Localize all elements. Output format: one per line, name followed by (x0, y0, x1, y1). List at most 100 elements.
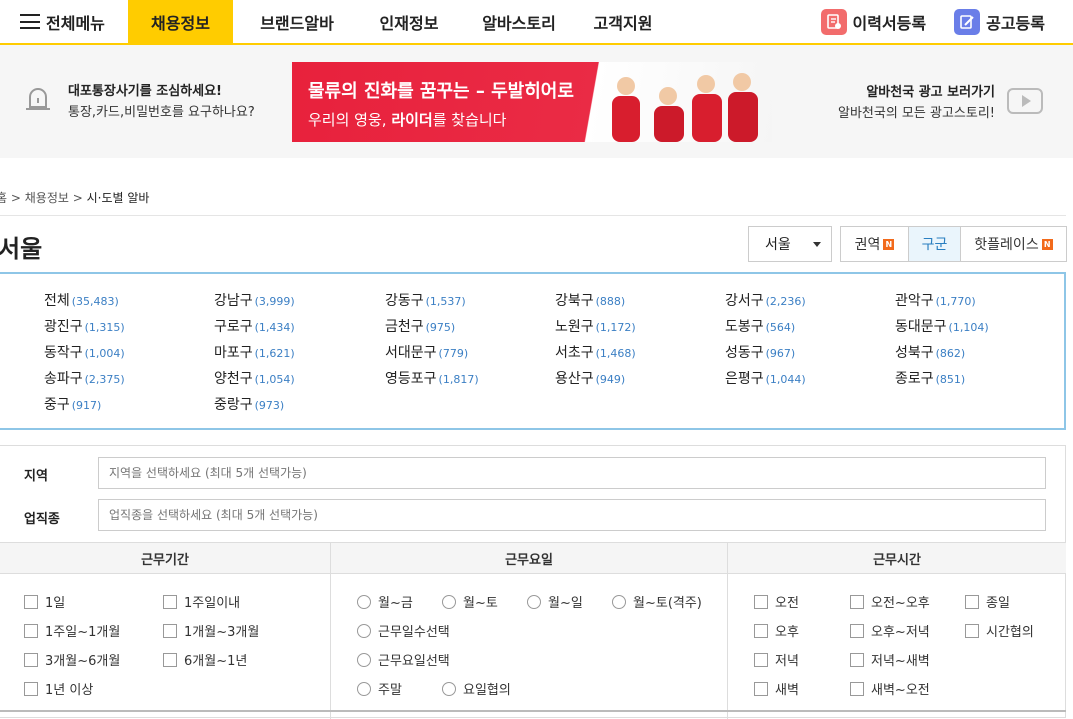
checkbox[interactable] (24, 594, 38, 609)
nav-tab-support[interactable]: 고객지원 (581, 0, 665, 43)
district-link[interactable]: 동대문구 (1,104) (895, 316, 989, 336)
workday-option[interactable]: 월~토 (442, 592, 498, 611)
radio-button[interactable] (527, 594, 541, 609)
breadcrumb-jobs[interactable]: 채용정보 (25, 191, 69, 205)
district-link[interactable]: 성북구 (862) (895, 342, 965, 362)
radio-button[interactable] (442, 594, 456, 609)
breadcrumb-home[interactable]: 홈 (0, 191, 7, 205)
nav-tab-brand[interactable]: 브랜드알바 (233, 0, 361, 43)
job-category-input[interactable] (98, 499, 1046, 531)
radio-button[interactable] (357, 594, 371, 609)
district-link[interactable]: 강서구 (2,236) (725, 290, 806, 310)
district-link[interactable]: 도봉구 (564) (725, 316, 795, 336)
district-link[interactable]: 송파구 (2,375) (44, 368, 125, 388)
radio-button[interactable] (357, 623, 371, 638)
checkbox[interactable] (850, 623, 864, 638)
worktime-option[interactable]: 오전~오후 (850, 592, 930, 611)
district-link[interactable]: 은평구 (1,044) (725, 368, 806, 388)
workday-option[interactable]: 월~토(격주) (612, 592, 702, 611)
district-link[interactable]: 광진구 (1,315) (44, 316, 125, 336)
ad-story-link[interactable]: 알바천국 광고 보러가기 알바천국의 모든 광고스토리! (838, 81, 1043, 121)
checkbox[interactable] (850, 652, 864, 667)
checkbox[interactable] (24, 652, 38, 667)
workday-option[interactable]: 근무일수선택 (357, 621, 450, 640)
period-option[interactable]: 1개월~3개월 (163, 621, 259, 640)
all-menu-button[interactable]: 전체메뉴 (0, 0, 128, 43)
radio-button[interactable] (357, 681, 371, 696)
district-link[interactable]: 강북구 (888) (555, 290, 625, 310)
district-link[interactable]: 강동구 (1,537) (385, 290, 466, 310)
worktime-option[interactable]: 새벽~오전 (850, 679, 930, 698)
district-link[interactable]: 관악구 (1,770) (895, 290, 976, 310)
checkbox[interactable] (163, 652, 177, 667)
tab-hotplace[interactable]: 핫플레이스 N (960, 227, 1066, 261)
breadcrumb: 홈 > 채용정보 > 시·도별 알바 (0, 189, 149, 206)
period-option[interactable]: 1년 이상 (24, 679, 93, 698)
district-link[interactable]: 영등포구 (1,817) (385, 368, 479, 388)
region-input[interactable] (98, 457, 1046, 489)
period-option[interactable]: 6개월~1년 (163, 650, 247, 669)
district-link[interactable]: 중구 (917) (44, 394, 101, 414)
district-link[interactable]: 중랑구 (973) (214, 394, 284, 414)
resume-icon (820, 8, 847, 35)
checkbox[interactable] (850, 681, 864, 696)
option-label: 근무일수선택 (378, 625, 450, 640)
checkbox[interactable] (754, 594, 768, 609)
nav-tab-jobs[interactable]: 채용정보 (128, 0, 233, 43)
radio-button[interactable] (612, 594, 626, 609)
checkbox[interactable] (754, 623, 768, 638)
district-link[interactable]: 구로구 (1,434) (214, 316, 295, 336)
job-post-register-button[interactable]: 공고등록 (954, 8, 1045, 35)
district-link[interactable]: 양천구 (1,054) (214, 368, 295, 388)
workday-option[interactable]: 주말 (357, 679, 402, 698)
worktime-option[interactable]: 시간협의 (965, 621, 1034, 640)
worktime-option[interactable]: 저녁~새벽 (850, 650, 930, 669)
worktime-option[interactable]: 오전 (754, 592, 799, 611)
workday-option[interactable]: 월~일 (527, 592, 583, 611)
checkbox[interactable] (163, 623, 177, 638)
district-link[interactable]: 성동구 (967) (725, 342, 795, 362)
advertisement-banner[interactable]: 물류의 진화를 꿈꾸는 – 두발히어로 우리의 영웅, 라이더를 찾습니다 (292, 62, 772, 142)
worktime-option[interactable]: 새벽 (754, 679, 799, 698)
district-link[interactable]: 서대문구 (779) (385, 342, 468, 362)
checkbox[interactable] (24, 681, 38, 696)
city-select[interactable]: 서울 (748, 226, 832, 262)
worktime-option[interactable]: 오후 (754, 621, 799, 640)
checkbox[interactable] (965, 594, 979, 609)
option-label: 월~토(격주) (633, 596, 702, 611)
radio-button[interactable] (357, 652, 371, 667)
fraud-warning[interactable]: 대포통장사기를 조심하세요! 통장,카드,비밀번호를 요구하나요? (24, 80, 255, 120)
period-option[interactable]: 3개월~6개월 (24, 650, 120, 669)
district-link[interactable]: 동작구 (1,004) (44, 342, 125, 362)
nav-tab-talent[interactable]: 인재정보 (361, 0, 457, 43)
worktime-option[interactable]: 오후~저녁 (850, 621, 930, 640)
worktime-option[interactable]: 저녁 (754, 650, 799, 669)
workday-option[interactable]: 근무요일선택 (357, 650, 450, 669)
tab-district[interactable]: 구군 (908, 227, 960, 261)
radio-button[interactable] (442, 681, 456, 696)
checkbox[interactable] (163, 594, 177, 609)
district-link[interactable]: 강남구 (3,999) (214, 290, 295, 310)
workday-option[interactable]: 월~금 (357, 592, 413, 611)
checkbox[interactable] (754, 681, 768, 696)
nav-tab-story[interactable]: 알바스토리 (457, 0, 581, 43)
checkbox[interactable] (24, 623, 38, 638)
checkbox[interactable] (850, 594, 864, 609)
district-link[interactable]: 용산구 (949) (555, 368, 625, 388)
district-link[interactable]: 전체 (35,483) (44, 290, 119, 310)
tab-area[interactable]: 권역 N (841, 227, 908, 261)
district-count: (1,621) (254, 347, 295, 360)
district-link[interactable]: 노원구 (1,172) (555, 316, 636, 336)
resume-register-button[interactable]: 이력서등록 (820, 8, 926, 35)
period-option[interactable]: 1주일~1개월 (24, 621, 120, 640)
period-option[interactable]: 1일 (24, 592, 65, 611)
checkbox[interactable] (754, 652, 768, 667)
checkbox[interactable] (965, 623, 979, 638)
period-option[interactable]: 1주일이내 (163, 592, 240, 611)
worktime-option[interactable]: 종일 (965, 592, 1010, 611)
district-link[interactable]: 서초구 (1,468) (555, 342, 636, 362)
district-link[interactable]: 마포구 (1,621) (214, 342, 295, 362)
workday-option[interactable]: 요일협의 (442, 679, 511, 698)
district-link[interactable]: 종로구 (851) (895, 368, 965, 388)
district-link[interactable]: 금천구 (975) (385, 316, 455, 336)
